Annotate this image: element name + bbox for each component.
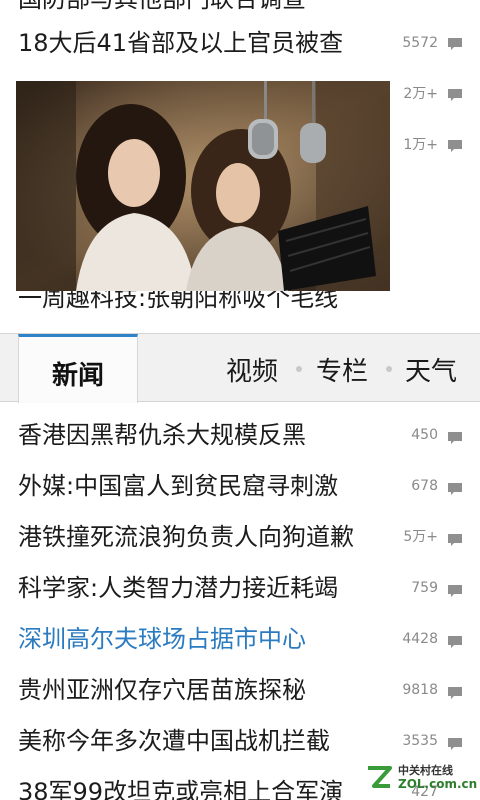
news-title[interactable]: 外媒:中国富人到贫民窟寻刺激 xyxy=(18,471,338,501)
comment-bubble-icon xyxy=(448,483,462,495)
comment-bubble-icon xyxy=(448,738,462,750)
top-news-section: 国防部与其他部门联合调查 18大后41省部及以上官员被查 5572 2万+ 1万… xyxy=(0,0,480,333)
comment-count: 678 xyxy=(411,478,438,494)
news-item[interactable]: 贵州亚洲仅存穴居苗族探秘 9818 xyxy=(0,667,480,717)
tab-news-label: 新闻 xyxy=(51,361,104,391)
comment-bubble-icon xyxy=(448,432,462,444)
news-row[interactable]: 国防部与其他部门联合调查 xyxy=(0,0,480,28)
news-title[interactable]: 38军99改坦克或亮相上合军演 xyxy=(18,777,343,800)
comment-count: 9818 xyxy=(402,682,438,698)
news-item[interactable]: 港铁撞死流浪狗负责人向狗道歉 5万+ xyxy=(0,514,480,564)
comment-count: 5万+ xyxy=(403,529,438,545)
comment-count: 1万+ xyxy=(403,137,438,153)
news-row[interactable]: 18大后41省部及以上官员被查 5572 xyxy=(0,28,480,78)
zol-watermark: 中关村在线 ZOL.com.cn xyxy=(364,760,477,794)
news-title[interactable]: 香港因黑帮仇杀大规模反黑 xyxy=(18,420,306,450)
comment-bubble-icon xyxy=(448,585,462,597)
comment-count: 759 xyxy=(411,580,438,596)
tab-column[interactable]: 专栏 xyxy=(316,351,368,388)
zol-logo-icon xyxy=(364,762,394,792)
tab-separator xyxy=(296,366,302,372)
category-tab-bar: 新闻 视频 专栏 天气 xyxy=(0,333,480,403)
news-title[interactable]: 贵州亚洲仅存穴居苗族探秘 xyxy=(18,675,306,705)
comment-bubble-icon xyxy=(448,38,462,50)
tab-news[interactable]: 新闻 xyxy=(18,334,138,403)
comment-bubble-icon xyxy=(448,140,462,152)
news-title[interactable]: 美称今年多次遭中国战机拦截 xyxy=(18,726,330,756)
news-title[interactable]: 18大后41省部及以上官员被查 xyxy=(18,28,343,58)
news-item[interactable]: 外媒:中国富人到贫民窟寻刺激 678 xyxy=(0,463,480,513)
news-title[interactable]: 港铁撞死流浪狗负责人向狗道歉 xyxy=(18,522,354,552)
comment-count: 2万+ xyxy=(403,86,438,102)
news-title[interactable]: 深圳高尔夫球场占据市中心 xyxy=(18,624,306,654)
news-item[interactable]: 科学家:人类智力潜力接近耗竭 759 xyxy=(0,565,480,615)
news-item[interactable]: 香港因黑帮仇杀大规模反黑 450 xyxy=(0,412,480,462)
news-title[interactable]: 国防部与其他部门联合调查 xyxy=(18,0,306,14)
comment-count: 450 xyxy=(411,427,438,443)
video-thumbnail[interactable] xyxy=(16,81,390,291)
tab-separator xyxy=(386,366,392,372)
comment-bubble-icon xyxy=(448,89,462,101)
watermark-domain: ZOL.com.cn xyxy=(398,777,478,791)
comment-bubble-icon xyxy=(448,534,462,546)
comment-bubble-icon xyxy=(448,636,462,648)
tab-video[interactable]: 视频 xyxy=(226,351,278,388)
news-title[interactable]: 科学家:人类智力潜力接近耗竭 xyxy=(18,573,338,603)
watermark-name: 中关村在线 xyxy=(398,764,453,777)
recording-studio-image xyxy=(16,81,390,291)
comment-count: 5572 xyxy=(402,35,438,51)
comment-count: 3535 xyxy=(402,733,438,749)
comment-bubble-icon xyxy=(448,687,462,699)
comment-count: 4428 xyxy=(402,631,438,647)
news-item[interactable]: 深圳高尔夫球场占据市中心 4428 xyxy=(0,616,480,666)
tab-weather[interactable]: 天气 xyxy=(405,351,457,388)
